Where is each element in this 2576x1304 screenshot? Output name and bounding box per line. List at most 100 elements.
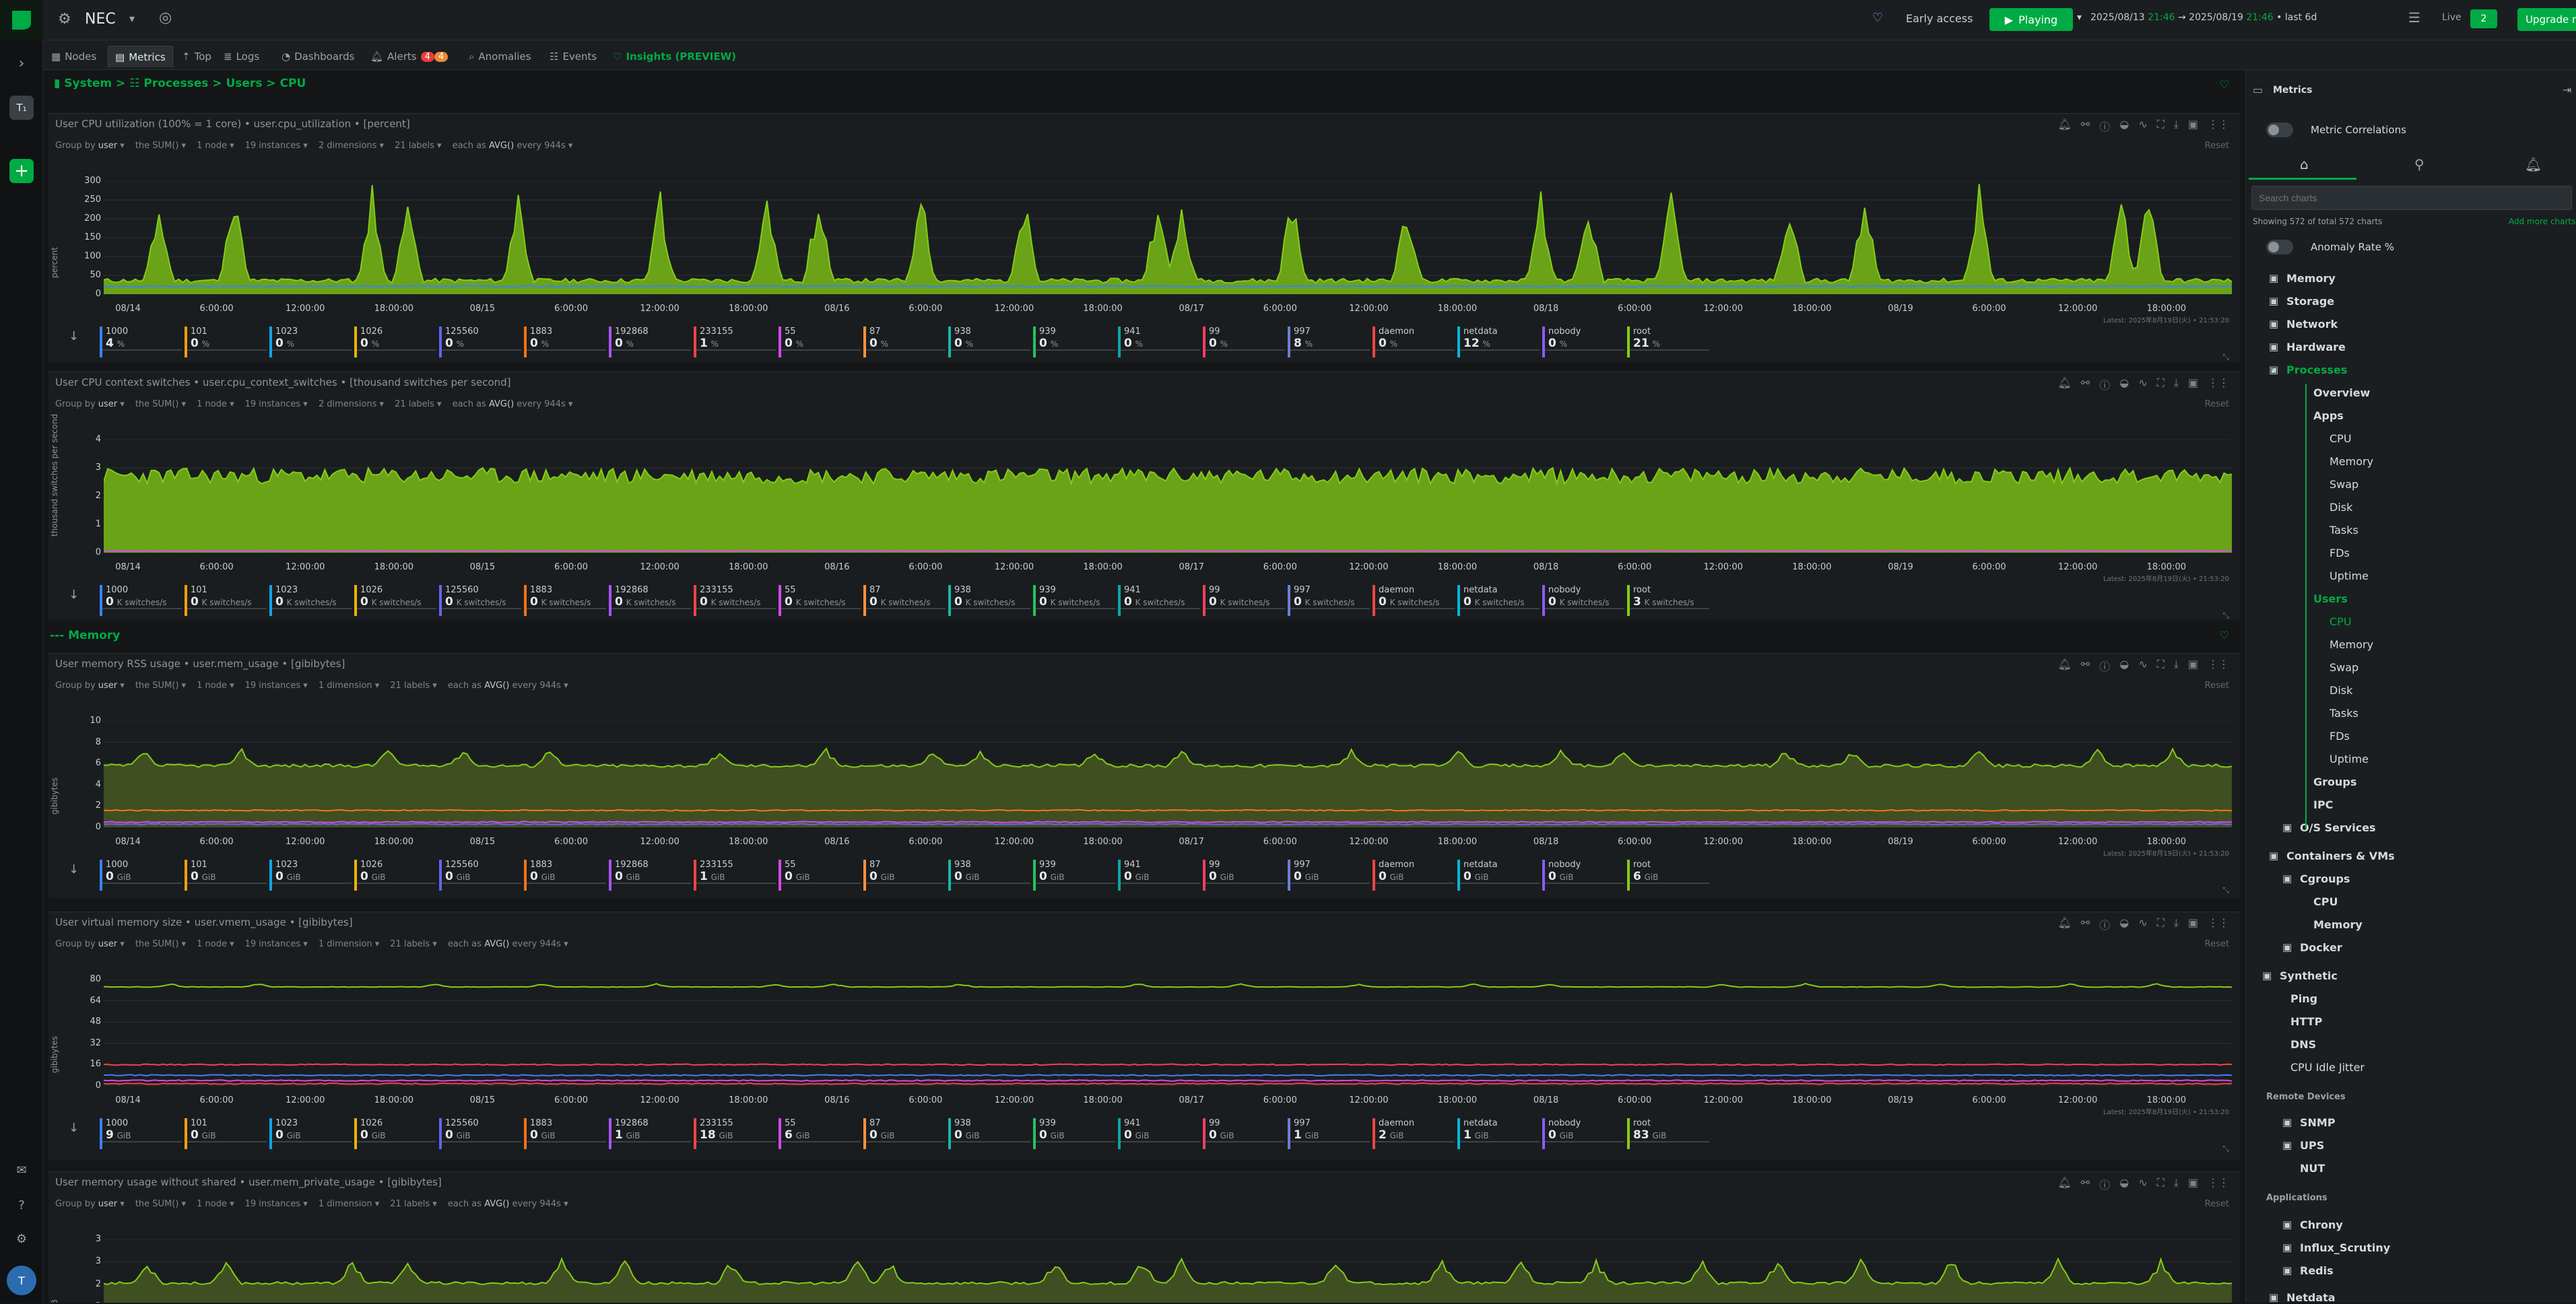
correlate-icon[interactable]: ⚯ bbox=[2081, 916, 2090, 932]
correlate-icon[interactable]: ⚯ bbox=[2081, 118, 2090, 134]
add-dashboard-icon[interactable]: ▣ bbox=[2188, 376, 2198, 392]
filter-icon[interactable]: ⚲ bbox=[2414, 156, 2424, 172]
legend-item[interactable]: daemon 0 % bbox=[1373, 327, 1457, 357]
info-icon[interactable]: ⓘ bbox=[2099, 1176, 2110, 1192]
legend-item[interactable]: 1023 0 % bbox=[269, 327, 354, 357]
netdata-logo[interactable] bbox=[0, 0, 43, 40]
legend-item[interactable]: 1000 0 GiB bbox=[100, 860, 185, 891]
drag-handle-icon[interactable]: ⋮⋮ bbox=[2208, 1176, 2229, 1192]
sidebar-item-tasks[interactable]: Tasks bbox=[2330, 524, 2358, 537]
chart-type-icon[interactable]: ∿ bbox=[2138, 916, 2147, 932]
sidebar-item-fds[interactable]: FDs bbox=[2330, 730, 2350, 743]
sidebar-item-http[interactable]: HTTP bbox=[2290, 1015, 2322, 1028]
legend-item[interactable]: 125560 0 GiB bbox=[439, 1118, 524, 1149]
chart-type-icon[interactable]: ∿ bbox=[2138, 1176, 2147, 1192]
legend-item[interactable]: netdata 12 % bbox=[1457, 327, 1542, 357]
legend-item[interactable]: 55 6 GiB bbox=[779, 1118, 863, 1149]
metric-correlations-toggle[interactable] bbox=[2266, 123, 2293, 137]
legend-item[interactable]: 997 8 % bbox=[1288, 327, 1373, 357]
tab-dashboards[interactable]: ◔ Dashboards bbox=[282, 46, 354, 67]
chart-plot[interactable] bbox=[104, 1239, 2232, 1303]
sidebar-item-influx[interactable]: Influx_Scrutiny bbox=[2300, 1241, 2390, 1254]
instances-filter[interactable]: 19 instances ▾ bbox=[245, 141, 308, 151]
labels-filter[interactable]: 21 labels ▾ bbox=[390, 681, 437, 691]
arrow-down-icon[interactable]: ↓ bbox=[69, 1121, 79, 1135]
legend-item[interactable]: 55 0 K switches/s bbox=[779, 585, 863, 616]
sidebar-item-users[interactable]: Users bbox=[2313, 592, 2348, 605]
sidebar-item-groups[interactable]: Groups bbox=[2313, 776, 2356, 788]
drag-handle-icon[interactable]: ⋮⋮ bbox=[2208, 658, 2229, 674]
legend-item[interactable]: nobody 0 GiB bbox=[1542, 1118, 1627, 1149]
dimensions-filter[interactable]: 1 dimension ▾ bbox=[319, 939, 379, 949]
legend-item[interactable]: 938 0 K switches/s bbox=[948, 585, 1033, 616]
legend-item[interactable]: 125560 0 % bbox=[439, 327, 524, 357]
reset-button[interactable]: Reset bbox=[2205, 1199, 2229, 1209]
alert-bell-icon[interactable]: 🔔︎ bbox=[2057, 658, 2071, 674]
legend-item[interactable]: 941 0 K switches/s bbox=[1118, 585, 1203, 616]
legend-item[interactable]: 939 0 GiB bbox=[1033, 860, 1118, 891]
sidebar-item-synthetic[interactable]: Synthetic bbox=[2280, 969, 2338, 982]
add-dashboard-icon[interactable]: ▣ bbox=[2188, 916, 2198, 932]
legend-item[interactable]: 233155 1 GiB bbox=[694, 860, 779, 891]
sidebar-item-nut[interactable]: NUT bbox=[2300, 1162, 2325, 1175]
instances-filter[interactable]: 19 instances ▾ bbox=[245, 939, 308, 949]
legend-item[interactable]: 941 0 % bbox=[1118, 327, 1203, 357]
legend-item[interactable]: 125560 0 GiB bbox=[439, 860, 524, 891]
anomaly-icon[interactable]: ◒ bbox=[2119, 916, 2129, 932]
sidebar-item-applications[interactable]: Applications bbox=[2266, 1193, 2327, 1203]
chart-type-icon[interactable]: ∿ bbox=[2138, 658, 2147, 674]
legend-item[interactable]: 99 0 GiB bbox=[1203, 1118, 1288, 1149]
add-dashboard-icon[interactable]: ▣ bbox=[2188, 1176, 2198, 1192]
alert-bell-icon[interactable]: 🔔︎ bbox=[2057, 376, 2071, 392]
legend-item[interactable]: 87 0 GiB bbox=[863, 860, 948, 891]
download-icon[interactable]: ⤓ bbox=[2174, 916, 2179, 932]
download-icon[interactable]: ⤓ bbox=[2174, 376, 2179, 392]
reset-button[interactable]: Reset bbox=[2205, 939, 2229, 949]
legend-item[interactable]: 997 1 GiB bbox=[1288, 1118, 1373, 1149]
early-access-link[interactable]: Early access bbox=[1906, 12, 1973, 25]
download-icon[interactable]: ⤓ bbox=[2174, 1176, 2179, 1192]
labels-filter[interactable]: 21 labels ▾ bbox=[390, 1199, 437, 1209]
legend-item[interactable]: nobody 0 % bbox=[1542, 327, 1627, 357]
sidebar-item-disk[interactable]: Disk bbox=[2330, 684, 2352, 697]
legend-item[interactable]: 1026 0 GiB bbox=[354, 1118, 439, 1149]
legend-item[interactable]: 1023 0 GiB bbox=[269, 860, 354, 891]
reset-button[interactable]: Reset bbox=[2205, 681, 2229, 691]
live-count-badge[interactable]: 2 bbox=[2470, 9, 2497, 28]
node-filter[interactable]: 1 node ▾ bbox=[197, 141, 234, 151]
sidebar-item-memory[interactable]: Memory bbox=[2286, 272, 2336, 285]
sidebar-item-containers[interactable]: Containers & VMs bbox=[2286, 850, 2395, 862]
alerts-bell-icon[interactable]: 🔔︎ bbox=[2525, 156, 2542, 172]
tab-logs[interactable]: ≣ Logs bbox=[224, 46, 259, 67]
legend-item[interactable]: 1023 0 GiB bbox=[269, 1118, 354, 1149]
legend-item[interactable]: 939 0 GiB bbox=[1033, 1118, 1118, 1149]
reset-button[interactable]: Reset bbox=[2205, 141, 2229, 151]
sidebar-item-os_services[interactable]: O/S Services bbox=[2300, 821, 2376, 834]
legend-item[interactable]: 192868 0 GiB bbox=[609, 860, 694, 891]
legend-item[interactable]: 101 0 % bbox=[185, 327, 269, 357]
correlate-icon[interactable]: ⚯ bbox=[2081, 658, 2090, 674]
legend-item[interactable]: 1023 0 K switches/s bbox=[269, 585, 354, 616]
fullscreen-icon[interactable]: ⛶ bbox=[2157, 376, 2165, 392]
add-dashboard-icon[interactable]: ▣ bbox=[2188, 658, 2198, 674]
breadcrumb-users[interactable]: Users bbox=[226, 77, 262, 90]
sidebar-item-mem[interactable]: Memory bbox=[2330, 455, 2373, 468]
sidebar-item-remote[interactable]: Remote Devices bbox=[2266, 1092, 2346, 1102]
dimensions-filter[interactable]: 2 dimensions ▾ bbox=[319, 141, 384, 151]
legend-item[interactable]: 939 0 K switches/s bbox=[1033, 585, 1118, 616]
drag-handle-icon[interactable]: ⋮⋮ bbox=[2208, 376, 2229, 392]
time-aggregation-filter[interactable]: each as AVG() every 944s ▾ bbox=[453, 399, 573, 409]
sidebar-item-uptime[interactable]: Uptime bbox=[2330, 570, 2369, 582]
legend-item[interactable]: 87 0 % bbox=[863, 327, 948, 357]
anomaly-icon[interactable]: ◒ bbox=[2119, 1176, 2129, 1192]
fullscreen-icon[interactable]: ⛶ bbox=[2157, 118, 2165, 134]
legend-item[interactable]: 997 0 GiB bbox=[1288, 860, 1373, 891]
legend-item[interactable]: 938 0 GiB bbox=[948, 1118, 1033, 1149]
aggregation-filter[interactable]: the SUM() ▾ bbox=[135, 399, 186, 409]
anomaly-icon[interactable]: ◒ bbox=[2119, 376, 2129, 392]
labels-filter[interactable]: 21 labels ▾ bbox=[395, 141, 442, 151]
dimensions-filter[interactable]: 1 dimension ▾ bbox=[319, 681, 379, 691]
legend-item[interactable]: root 6 GiB bbox=[1627, 860, 1712, 891]
fullscreen-icon[interactable]: ⛶ bbox=[2157, 916, 2165, 932]
legend-item[interactable]: 87 0 K switches/s bbox=[863, 585, 948, 616]
